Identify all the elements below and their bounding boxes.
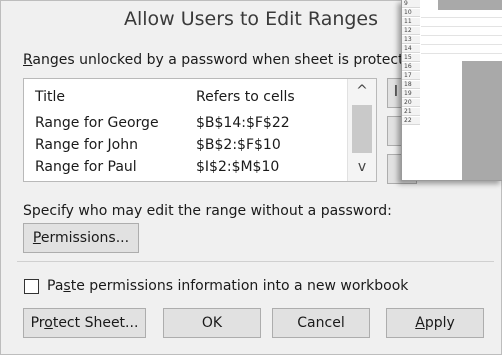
row-number: 18 [402,81,420,89]
divider [17,261,494,262]
range-title: Range for John [35,137,138,153]
grid-line [421,44,502,45]
grid-line [421,53,502,54]
range-refers: $B$2:$F$10 [196,137,281,153]
row-number: 21 [402,108,420,116]
list-item[interactable]: Range for Paul $I$2:$M$10 [24,159,346,181]
shaded-range-top [438,0,502,10]
range-refers: $B$14:$F$22 [196,115,290,131]
row-number: 22 [402,117,420,125]
list-item[interactable]: Range for George $B$14:$F$22 [24,115,346,137]
scroll-thumb[interactable] [352,105,372,153]
row-number: 13 [402,36,420,44]
row-number: 20 [402,99,420,107]
range-refers: $I$2:$M$10 [196,159,280,175]
column-header-title[interactable]: Title [35,89,65,105]
row-number: 17 [402,72,420,80]
shaded-range-bottom [462,61,502,180]
specify-who-label: Specify who may edit the range without a… [23,203,392,219]
scroll-down-icon[interactable]: v [348,159,376,175]
column-header-refers-to-cells[interactable]: Refers to cells [196,89,295,105]
side-button-label: l [394,84,398,100]
scroll-up-icon[interactable]: ^ [348,83,376,99]
ok-button[interactable]: OK [163,308,261,338]
row-number: 10 [402,9,420,17]
worksheet-preview: 9 10 11 12 13 14 15 16 17 18 19 20 21 22 [401,0,502,181]
paste-permissions-checkbox[interactable] [24,279,39,294]
row-number: 9 [402,0,420,8]
row-number: 19 [402,90,420,98]
range-title: Range for George [35,115,159,131]
grid-line [421,17,502,18]
cancel-button[interactable]: Cancel [272,308,370,338]
permissions-button[interactable]: Permissions... [23,223,139,253]
grid-line [421,35,502,36]
row-number: 15 [402,54,420,62]
row-number: 12 [402,27,420,35]
ranges-list[interactable]: Title Refers to cells Range for George $… [23,78,377,182]
protect-sheet-button[interactable]: Protect Sheet... [23,308,146,338]
row-number: 11 [402,18,420,26]
grid-line [421,26,502,27]
list-scrollbar[interactable]: ^ v [347,79,376,181]
row-number: 14 [402,45,420,53]
list-item[interactable]: Range for John $B$2:$F$10 [24,137,346,159]
apply-button[interactable]: Apply [386,308,484,338]
row-number: 16 [402,63,420,71]
paste-permissions-label: Paste permissions information into a new… [47,278,409,294]
ranges-unlocked-label: Ranges unlocked by a password when sheet… [23,52,413,68]
range-title: Range for Paul [35,159,137,175]
